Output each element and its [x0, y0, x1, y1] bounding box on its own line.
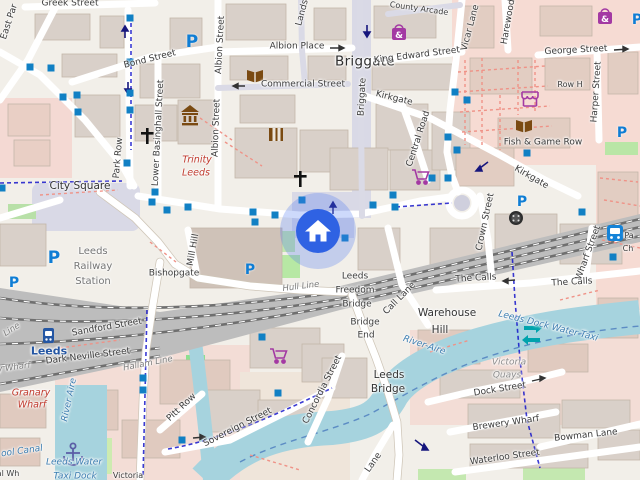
- poi-label-partial: Pa: [624, 232, 633, 240]
- parking-icon: P: [632, 12, 640, 28]
- home-marker[interactable]: [280, 193, 356, 269]
- bus-stop-icon: [607, 225, 623, 241]
- place-label-bridge-end: Bridge: [350, 319, 379, 328]
- poi-label-trinity-leeds: Trinity: [182, 155, 212, 165]
- place-label-leeds-bridge: Leeds: [374, 370, 405, 381]
- place-label-freedom-bridge: Leeds: [342, 273, 368, 282]
- parking-icon: P: [245, 262, 255, 278]
- parking-icon: P: [186, 32, 198, 52]
- parking-icon: P: [9, 275, 19, 291]
- map-canvas[interactable]: & & Greek S: [0, 0, 640, 480]
- svg-text:&: &: [395, 31, 403, 41]
- place-label-freedom-bridge: Bridge: [342, 301, 371, 310]
- poi-label-partial: Ch: [623, 245, 634, 253]
- poi-label-railway-station: Leeds: [78, 247, 107, 257]
- water-label-taxi-dock: Taxi Dock: [53, 473, 96, 480]
- poi-label-railway-station: Railway: [74, 262, 113, 272]
- street-label-canal-wharf-partial: al Wh: [0, 470, 19, 478]
- place-label-bridge-end: End: [357, 332, 374, 341]
- place-label-warehouse-hill: Hill: [432, 325, 449, 336]
- street-label-commercial-street: Commercial Street: [261, 81, 345, 90]
- place-label-leeds-bridge: Bridge: [371, 384, 405, 395]
- place-label-freedom-bridge: Freedom: [335, 287, 374, 296]
- svg-text:&: &: [601, 15, 609, 25]
- roundabout: [449, 190, 475, 216]
- parking-icon: P: [517, 194, 527, 210]
- street-label-fish-game-row: Fish & Game Row: [504, 139, 583, 148]
- place-label-warehouse-hill: Warehouse: [418, 308, 476, 319]
- street-label-albion-place: Albion Place: [270, 43, 325, 52]
- rail-station-icon: [43, 328, 54, 343]
- poi-label-railway-station: Station: [75, 277, 111, 287]
- parking-icon: P: [617, 125, 627, 141]
- poi-label-trinity-leeds: Leeds: [182, 168, 210, 178]
- poi-label-granary-wharf: Wharf: [18, 400, 47, 410]
- poi-label-victoria-quays: Quays: [493, 372, 521, 381]
- place-label-city-square: City Square: [50, 181, 111, 192]
- street-label-bishopgate: Bishopgate: [149, 270, 200, 279]
- poi-label-granary-wharf: Granary: [12, 388, 50, 398]
- poi-label-victoria-quays: Victoria: [492, 359, 526, 368]
- cinema-icon: [269, 128, 283, 141]
- street-label-row-h: Row H: [557, 81, 582, 89]
- parking-icon: P: [48, 248, 60, 268]
- water-label-leeds-water: Leeds Water: [46, 459, 102, 468]
- map-graphics: & &: [0, 0, 640, 480]
- round-poi-icon: [509, 211, 523, 225]
- street-label-greek-street: Greek Street: [42, 0, 99, 9]
- street-label-victoria-partial: Victoria: [113, 472, 143, 480]
